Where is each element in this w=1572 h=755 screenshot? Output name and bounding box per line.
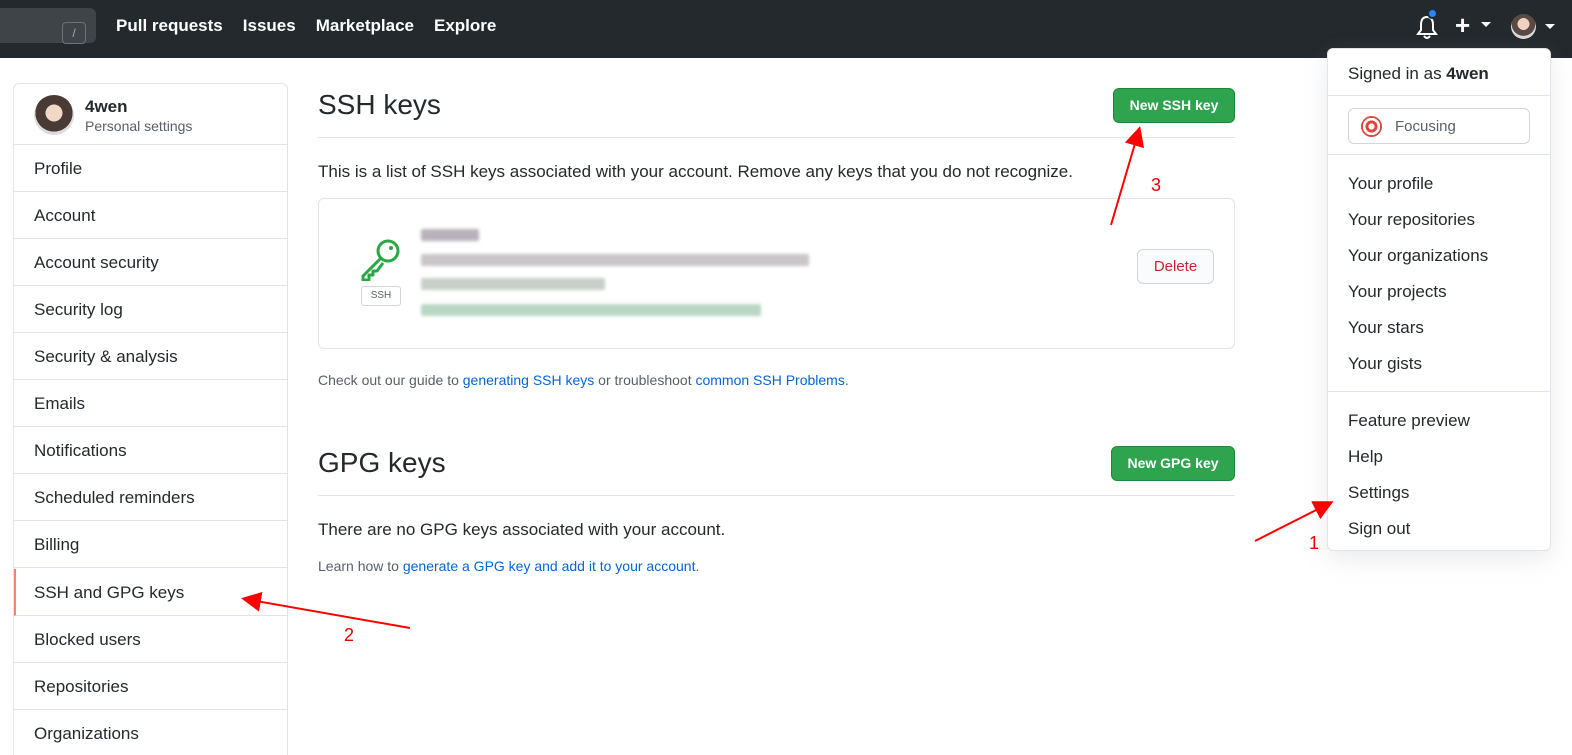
annotation-arrow-2 — [241, 591, 411, 629]
annotation-label-3: 3 — [1151, 175, 1162, 195]
annotation-arrows — [241, 126, 1334, 629]
annotation-arrow-3 — [1110, 126, 1145, 226]
annotation-label-2: 2 — [344, 625, 355, 645]
annotation-label-1: 1 — [1309, 533, 1320, 553]
